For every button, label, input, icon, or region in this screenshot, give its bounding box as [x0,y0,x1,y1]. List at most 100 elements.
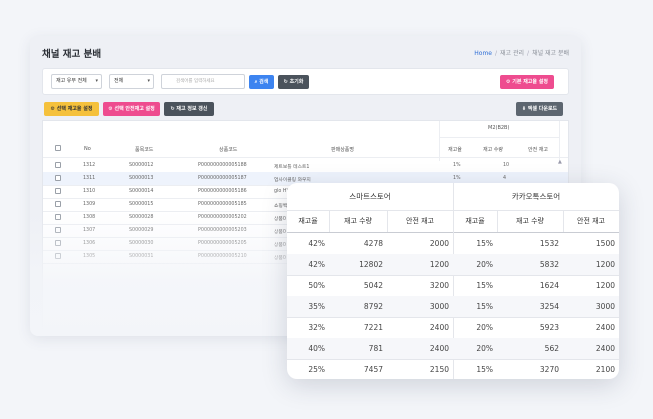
cell-no: 1308 [83,215,96,220]
cell-value: 1500 [595,239,615,248]
cell-value: 1532 [539,239,559,248]
cell-value: 42% [308,260,325,269]
cell-value: 2100 [595,365,615,374]
default-ratio-button[interactable]: ⚙ 기본 재고율 설정 [500,75,554,89]
cell-value: 42% [308,239,325,248]
row-checkbox[interactable] [55,240,61,246]
table-row: 42% 12802 1200 20% 5832 1200 [287,254,619,275]
row-checkbox[interactable] [55,162,61,168]
chevron-down-icon: ▾ [147,78,150,84]
cell-value: 2400 [595,344,615,353]
cell-value: 25% [308,365,325,374]
cell-value: 20% [476,344,493,353]
cell-name: 상품0 [274,217,286,222]
cell-value: 15% [476,365,493,374]
table-row: 50% 5042 3200 15% 1624 1200 [287,275,619,296]
cell-value: 32% [308,323,325,332]
group-m2-label: M2(B2B) [488,125,510,131]
cell-value: 35% [308,302,325,311]
filter-bar: 재고 유무 전체 ▾ 전체 ▾ 검색어를 입력하세요 ⌕ 검색 ↻ 초기화 ⚙ … [42,68,569,95]
cell-value: 562 [544,344,559,353]
table-row: 25% 7457 2150 15% 3270 2100 [287,359,619,379]
cell-item: S0000028 [129,215,154,220]
excel-download-button[interactable]: ⬇ 엑셀 다운로드 [516,102,563,116]
cell-name: 업사이클링 와우지 [274,178,311,183]
cell-product: P000000000005185 [198,202,247,207]
cell-value: 7457 [363,365,383,374]
cell-name: 쇼핑백 [274,204,288,209]
cell-no: 1312 [83,163,96,168]
cell-value: 1624 [539,281,559,290]
cell-value: 5923 [539,323,559,332]
col-header: 재고율 [465,217,485,225]
col-header: 재고 수량 [344,217,372,225]
cell-ratio: 1% [453,176,461,181]
group-smartstore: 스마트스토어 [349,192,391,201]
search-input[interactable]: 검색어를 입력하세요 [161,74,245,89]
row-checkbox[interactable] [55,201,61,207]
cell-product: P000000000005205 [198,241,247,246]
cell-value: 1200 [595,281,615,290]
col-header: 안전 재고 [577,217,605,225]
col-header: 재고율 [298,217,318,225]
cell-no: 1309 [83,202,96,207]
breadcrumb: Home / 재고 관리 / 채널 재고 분배 [474,50,569,57]
cell-value: 3000 [595,302,615,311]
cell-value: 7221 [363,323,383,332]
search-button[interactable]: ⌕ 검색 [249,75,274,89]
cell-item: S0000030 [129,241,154,246]
cell-product: P000000000005188 [198,163,247,168]
breadcrumb-current: 채널 재고 분배 [532,50,569,57]
category-filter-select[interactable]: 전체 ▾ [109,74,154,89]
breadcrumb-home[interactable]: Home [474,50,492,57]
row-checkbox[interactable] [55,175,61,181]
cell-no: 1305 [83,254,96,259]
reset-button[interactable]: ↻ 초기화 [278,75,309,89]
cell-item: S0000015 [129,202,154,207]
channel-stock-card: 스마트스토어 카카오톡스토어 재고율 재고 수량 안전 재고 재고율 재고 수량… [287,183,619,379]
cell-value: 40% [308,344,325,353]
cell-no: 1306 [83,241,96,246]
breadcrumb-inventory[interactable]: 재고 관리 [500,50,524,57]
cell-item: S0000029 [129,228,154,233]
row-checkbox[interactable] [55,188,61,194]
cell-value: 8792 [363,302,383,311]
cell-name: 제트보틀 테스트1 [274,165,310,170]
cell-value: 50% [308,281,325,290]
cell-ratio: 1% [453,163,461,168]
set-safe-stock-button[interactable]: ⚙ 선택 안전재고 설정 [103,102,160,116]
cell-value: 4278 [363,239,383,248]
cell-value: 3200 [429,281,449,290]
cell-value: 20% [476,323,493,332]
refresh-stock-button[interactable]: ↻ 재고 정보 갱신 [164,102,214,116]
row-checkbox[interactable] [55,253,61,259]
cell-product: P000000000005202 [198,215,247,220]
cell-value: 2000 [429,239,449,248]
cell-qty: 10 [503,163,510,168]
table-row: 42% 4278 2000 15% 1532 1500 [287,233,619,254]
cell-item: S0000031 [129,254,154,259]
stock-filter-select[interactable]: 재고 유무 전체 ▾ [51,74,102,89]
cell-item: S0000012 [129,163,154,168]
scroll-up-icon[interactable]: ▲ [558,159,562,165]
cell-no: 1307 [83,228,96,233]
chevron-down-icon: ▾ [95,78,98,84]
cell-no: 1310 [83,189,96,194]
cell-value: 3254 [539,302,559,311]
table-row[interactable]: 1312 S0000012 P000000000005188 제트보틀 테스트1 1% 1… [43,159,568,172]
cell-product: P000000000005203 [198,228,247,233]
cell-qty: 4 [503,176,507,181]
cell-value: 20% [476,260,493,269]
set-ratio-button[interactable]: ⚙ 선택 재고율 설정 [44,102,99,116]
row-checkbox[interactable] [55,227,61,233]
cell-value: 3270 [539,365,559,374]
cell-value: 781 [368,344,383,353]
cell-value: 2400 [429,344,449,353]
cell-name: 상품0 [274,256,286,261]
page-title: 채널 재고 분배 [42,49,102,60]
select-all-checkbox[interactable] [55,145,61,151]
table-row: 35% 8792 3000 15% 3254 3000 [287,296,619,317]
row-checkbox[interactable] [55,214,61,220]
cell-product: P000000000005186 [198,189,247,194]
cell-item: S0000014 [129,189,154,194]
